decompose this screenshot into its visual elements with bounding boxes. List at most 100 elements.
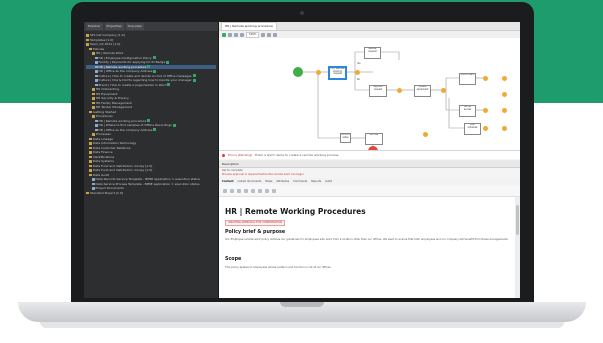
process-icon	[95, 83, 98, 86]
folder-icon	[89, 146, 92, 149]
tab-roles[interactable]: Roles	[265, 180, 272, 183]
gateway-11[interactable]	[502, 125, 507, 131]
redo-icon[interactable]	[240, 32, 244, 37]
task-approve[interactable]: Approve request	[369, 85, 387, 97]
zoom-level[interactable]: 100%	[246, 31, 260, 38]
process-icon	[92, 182, 95, 185]
folder-icon	[92, 101, 95, 104]
process-icon	[95, 124, 98, 127]
task-update-equipment[interactable]: Update equipment	[414, 85, 431, 97]
folder-icon	[86, 43, 89, 46]
description-title: Description	[222, 161, 240, 166]
underline-icon[interactable]	[237, 188, 241, 193]
process-icon	[95, 74, 98, 77]
folder-icon	[92, 106, 95, 109]
folder-icon	[89, 47, 92, 50]
document-title: HR | Remote Working Procedures	[225, 207, 366, 216]
folder-icon	[92, 52, 95, 55]
task-plan-schedule[interactable]: Plan schedule	[464, 123, 481, 135]
description-status: Set to complete	[222, 169, 243, 172]
tab-remote-working-procedure[interactable]: HR | Remote working procedure	[221, 22, 277, 30]
gateway-7[interactable]	[483, 125, 488, 131]
start-event[interactable]	[293, 67, 303, 77]
gateway-12[interactable]	[423, 132, 428, 137]
process-icon	[95, 61, 98, 64]
gateway-1[interactable]	[316, 69, 321, 75]
tab-overview[interactable]: Overview	[125, 23, 144, 30]
gateway-2[interactable]	[355, 69, 360, 75]
task-inform-team[interactable]: Inform team	[459, 73, 476, 85]
zoom-in-icon[interactable]	[261, 32, 266, 37]
document-body[interactable]: HR | Remote Working Procedures AWAITING …	[219, 197, 515, 298]
tab-properties[interactable]: Properties	[104, 23, 124, 30]
numbered-list-icon[interactable]	[251, 188, 255, 193]
run-icon[interactable]	[222, 32, 226, 37]
tab-explorer[interactable]: Explorer	[86, 23, 103, 30]
link-icon[interactable]	[258, 188, 262, 193]
layout-icon[interactable]	[273, 32, 278, 37]
process-icon	[95, 79, 98, 82]
paragraph-policy: Our Employee remote work policy outlines…	[225, 238, 509, 241]
gateway-4[interactable]	[441, 87, 446, 93]
folder-icon	[92, 115, 95, 118]
bold-icon[interactable]	[223, 188, 227, 193]
validation-label: Errors (Pending)	[228, 153, 253, 157]
gateway-3[interactable]	[397, 87, 402, 93]
task-confirm-setup[interactable]: Confirm setup	[340, 133, 351, 143]
save-icon[interactable]	[228, 32, 232, 37]
task-review[interactable]: Review request	[364, 47, 381, 59]
folder-icon	[89, 151, 92, 154]
table-icon[interactable]	[272, 188, 276, 193]
task-selected[interactable]: HR | Remote working request	[329, 67, 346, 79]
tab-content[interactable]: Content	[222, 180, 234, 183]
undo-icon[interactable]	[234, 32, 238, 37]
published-status-icon	[152, 56, 156, 60]
gateway-5[interactable]	[483, 75, 488, 81]
paragraph-scope: This policy applies to employees whose p…	[225, 266, 332, 269]
tab-audit[interactable]: Audit	[325, 180, 332, 183]
app-window: Explorer Properties Overview SPL Cat Com…	[84, 22, 520, 298]
task-set-up-access[interactable]: Set up access	[459, 105, 476, 117]
italic-icon[interactable]	[230, 188, 234, 193]
editor-area: HR | Remote working procedure 100% HR | …	[219, 22, 520, 298]
flow-label-no: No	[357, 78, 360, 81]
published-status-icon	[192, 74, 196, 78]
webcam	[300, 11, 304, 15]
laptop-base	[18, 302, 586, 322]
published-status-icon	[172, 123, 176, 127]
description-header: Description	[219, 160, 520, 168]
process-icon	[92, 187, 95, 190]
published-status-icon	[153, 69, 157, 73]
folder-icon	[89, 164, 92, 167]
folder-icon	[89, 169, 92, 172]
list-icon[interactable]	[244, 188, 248, 193]
process-icon	[95, 56, 98, 59]
tree-item[interactable]: Standard Project [1.0]	[86, 191, 216, 196]
published-status-icon	[192, 78, 196, 82]
process-diagram[interactable]: HR | Remote working request Yes No Revie…	[219, 38, 520, 156]
document-scrollbar[interactable]	[515, 197, 520, 298]
image-icon[interactable]	[265, 188, 269, 193]
published-status-icon	[153, 128, 157, 132]
folder-icon	[92, 97, 95, 100]
zoom-out-icon[interactable]	[267, 32, 272, 37]
gateway-8[interactable]	[502, 75, 507, 81]
heading-policy: Policy brief & purpose	[225, 230, 286, 235]
laptop-base-edge	[40, 322, 564, 328]
published-status-icon	[147, 65, 151, 69]
tab-comments[interactable]: Comments	[293, 180, 307, 183]
process-icon	[95, 119, 98, 122]
tab-reports[interactable]: Reports	[311, 180, 321, 183]
gateway-10[interactable]	[502, 107, 507, 113]
tab-attributes[interactable]: Attributes	[276, 180, 289, 183]
task-archive[interactable]: Archive	[365, 133, 383, 145]
tab-linked-documents[interactable]: Linked documents	[238, 180, 262, 183]
folder-icon	[86, 38, 89, 41]
description-warning: Process approval is required before the …	[222, 173, 304, 176]
published-status-icon	[147, 119, 151, 123]
process-tree: SPL Cat Company [1.0] Templates [1.0] Team…	[84, 31, 218, 197]
scrollbar-thumb[interactable]	[516, 205, 519, 235]
gateway-9[interactable]	[502, 91, 507, 97]
flow-label-yes: Yes	[357, 62, 361, 65]
gateway-6[interactable]	[483, 107, 488, 113]
